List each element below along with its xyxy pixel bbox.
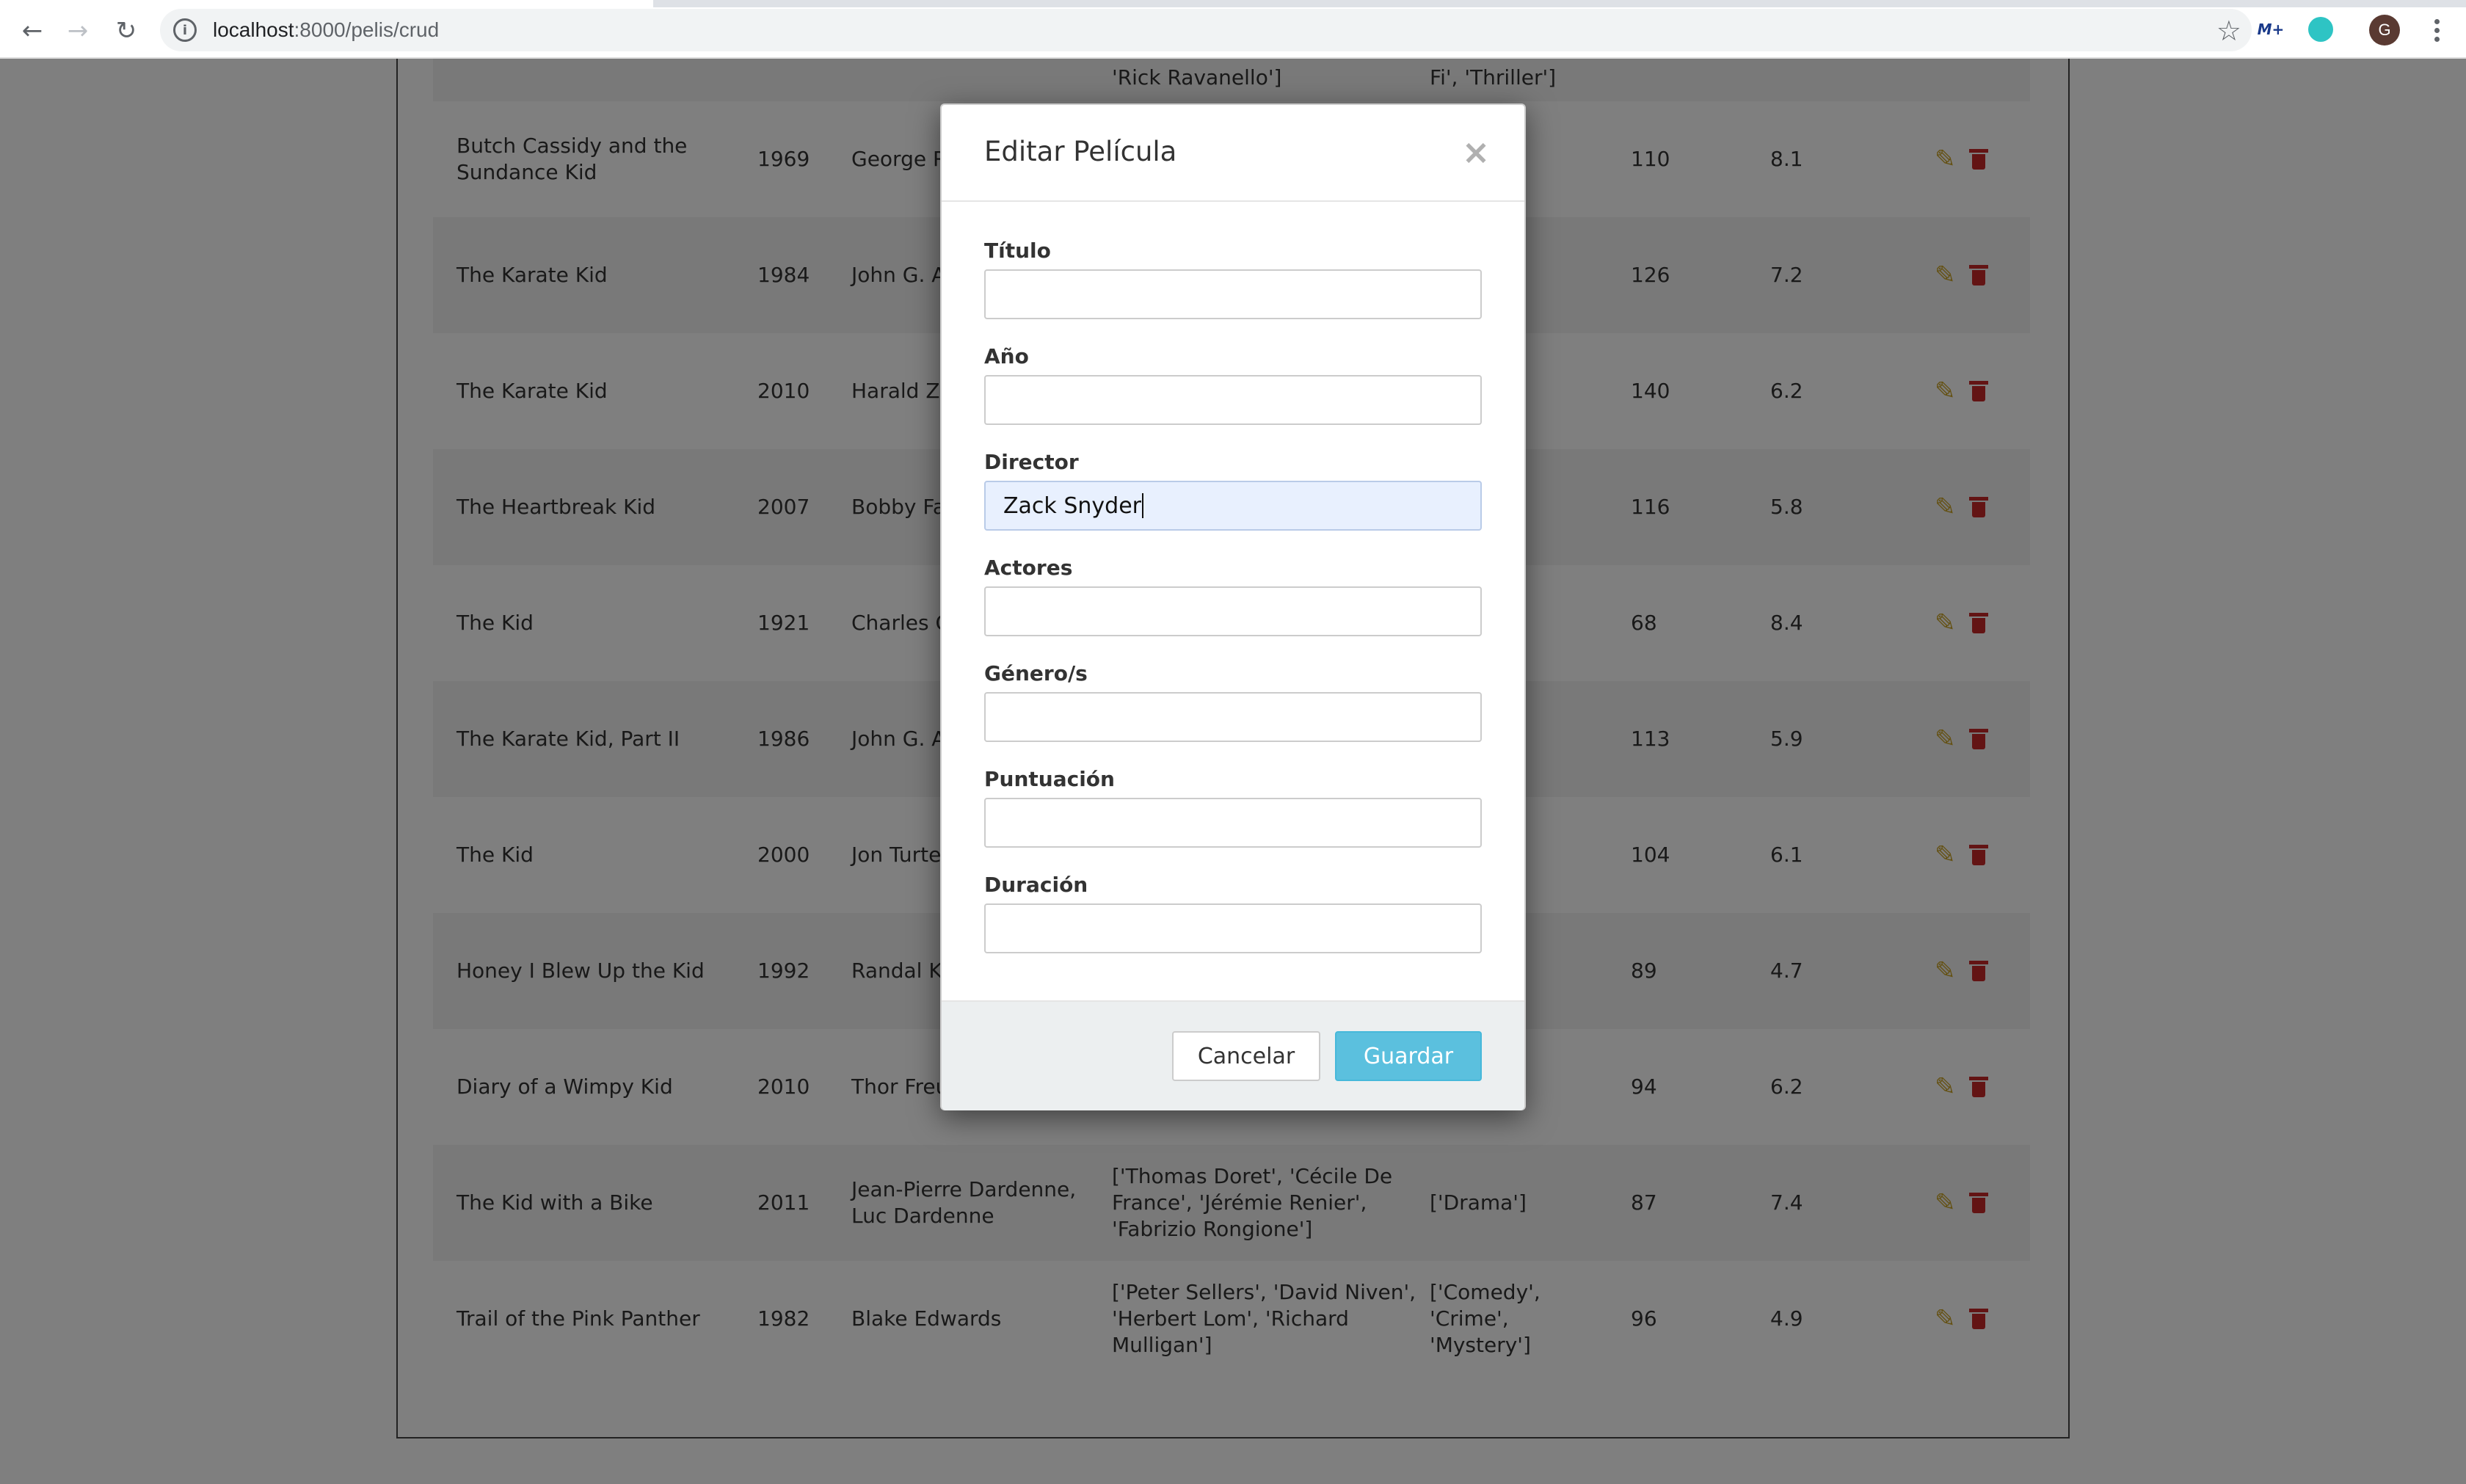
input-duracion[interactable] [984, 903, 1482, 953]
input-actores[interactable] [984, 586, 1482, 636]
input-puntuacion[interactable] [984, 798, 1482, 848]
browser-toolbar: ← → ↻ i localhost:8000/pelis/crud ☆ M+ G [0, 0, 2466, 59]
address-bar[interactable]: i localhost:8000/pelis/crud ☆ [160, 9, 2252, 51]
label-puntuacion: Puntuación [984, 767, 1115, 791]
extension-circle-icon[interactable] [2305, 13, 2337, 46]
avatar[interactable]: G [2369, 15, 2400, 46]
kebab-menu-icon[interactable] [2422, 13, 2451, 47]
input-generos[interactable] [984, 692, 1482, 742]
save-button[interactable]: Guardar [1335, 1031, 1482, 1081]
close-icon[interactable]: × [1455, 131, 1496, 172]
edit-movie-modal: Editar Película × Título Año Director Zack … [940, 103, 1526, 1110]
reload-icon[interactable]: ↻ [109, 13, 144, 48]
input-titulo[interactable] [984, 269, 1482, 319]
modal-title: Editar Película [984, 136, 1177, 167]
input-ano[interactable] [984, 375, 1482, 425]
cancel-button[interactable]: Cancelar [1172, 1031, 1320, 1081]
star-icon[interactable]: ☆ [2216, 15, 2241, 47]
site-info-icon[interactable]: i [173, 18, 197, 42]
text-caret [1141, 493, 1143, 518]
extension-m-icon[interactable]: M+ [2255, 13, 2287, 46]
label-generos: Género/s [984, 661, 1088, 685]
tab-strip [0, 0, 2466, 7]
input-value: Zack Snyder [1003, 492, 1141, 519]
label-director: Director [984, 450, 1079, 474]
forward-icon[interactable]: → [60, 13, 95, 48]
modal-header: Editar Película × [942, 105, 1524, 202]
modal-footer: Cancelar Guardar [942, 1000, 1524, 1110]
input-director[interactable]: Zack Snyder [984, 481, 1482, 531]
label-ano: Año [984, 344, 1029, 368]
back-icon[interactable]: ← [15, 13, 50, 48]
label-titulo: Título [984, 239, 1051, 263]
label-actores: Actores [984, 556, 1073, 580]
url-text[interactable]: localhost:8000/pelis/crud [213, 18, 439, 42]
label-duracion: Duración [984, 873, 1088, 897]
